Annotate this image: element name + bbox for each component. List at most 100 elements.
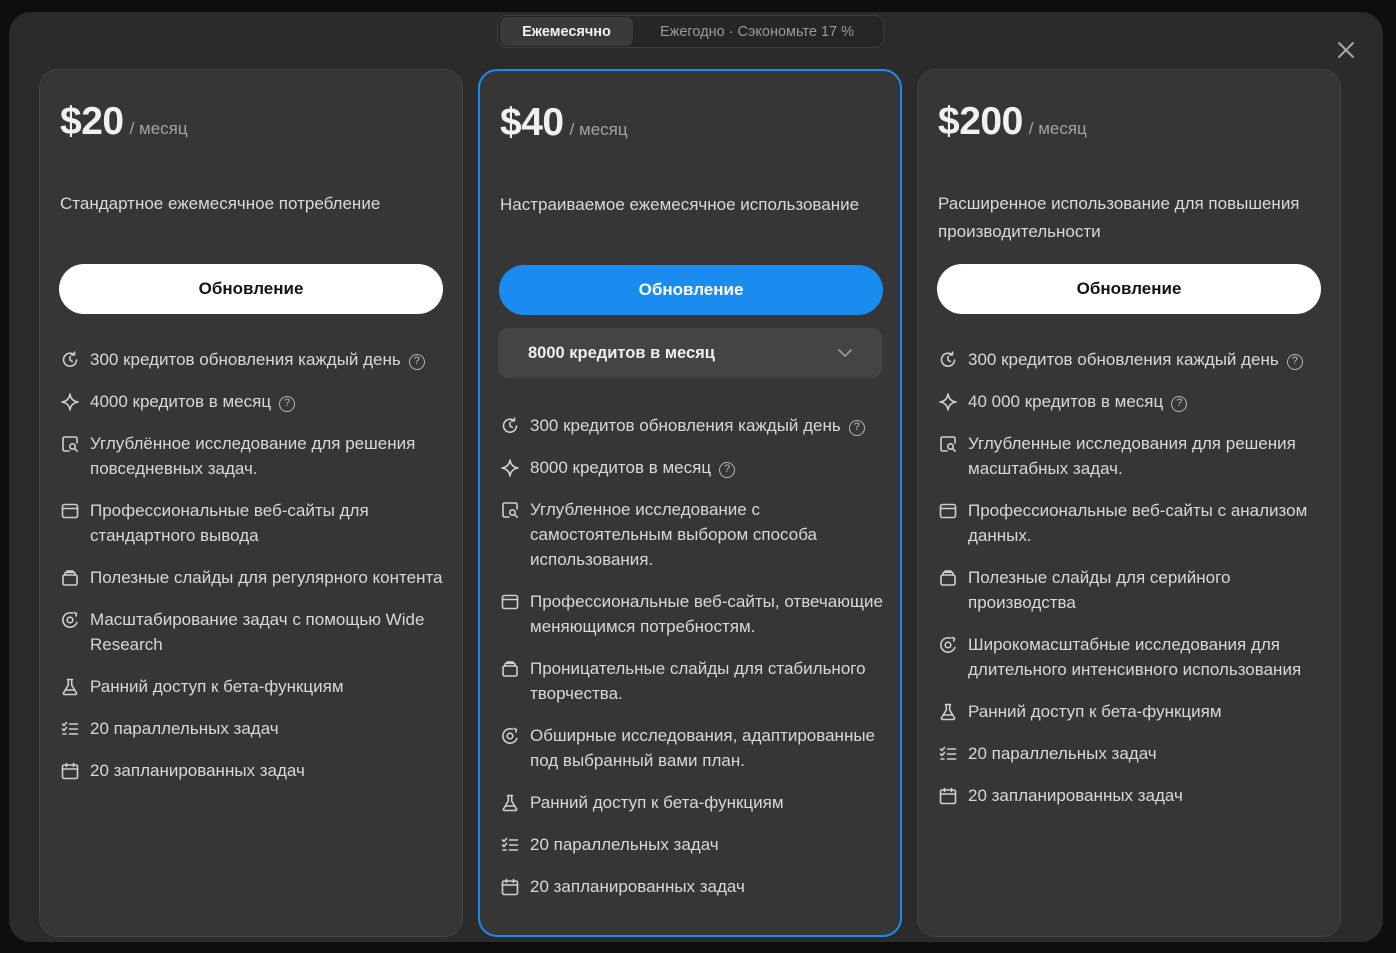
feature-text: Углубленное исследование с самостоятельн… [530, 500, 817, 569]
feature-text: 20 параллельных задач [968, 744, 1157, 763]
feature-text: Широкомасштабные исследования для длител… [968, 635, 1302, 679]
price-row: $40 / месяц [500, 101, 628, 145]
help-icon[interactable]: ? [1171, 396, 1188, 412]
plan-card-200: $200 / месяц Расширенное использование д… [917, 69, 1341, 937]
feature-text: Ранний доступ к бета-функциям [530, 793, 784, 812]
help-icon[interactable]: ? [1286, 354, 1303, 370]
help-icon[interactable]: ? [719, 462, 736, 478]
checklist-icon [60, 719, 80, 739]
sparkle-icon [938, 392, 958, 412]
checklist-icon [500, 835, 520, 855]
feature-text: 4000 кредитов в месяц? [90, 389, 296, 414]
plan-description: Расширенное использование для повышения … [938, 194, 1300, 241]
sparkle-icon [500, 458, 520, 478]
feature-text: 20 параллельных задач [530, 835, 719, 854]
feature-item: Полезные слайды для регулярного контента [60, 565, 452, 590]
plan-card-40: $40 / месяц Настраиваемое ежемесячное ис… [478, 69, 902, 937]
sparkle-icon [60, 392, 80, 412]
plan-description: Стандартное ежемесячное потребление [60, 194, 381, 213]
feature-list: 300 кредитов обновления каждый день? 40 0… [938, 347, 1330, 825]
toggle-monthly[interactable]: Ежемесячно [500, 17, 633, 46]
feature-text: 20 запланированных задач [530, 877, 745, 896]
upgrade-button[interactable]: Обновление [937, 264, 1321, 314]
plan-price: $20 [60, 100, 124, 143]
refresh-clock-icon [938, 350, 958, 370]
feature-text: Углубленные исследования для решения мас… [968, 434, 1296, 478]
feature-text: Ранний доступ к бета-функциям [90, 677, 344, 696]
toggle-yearly[interactable]: Ежегодно · Сэкономьте 17 % [633, 17, 881, 46]
feature-text: Профессиональные веб-сайты для стандартн… [90, 501, 369, 545]
feature-text: 20 запланированных задач [90, 761, 305, 780]
feature-item: Профессиональные веб-сайты для стандартн… [60, 498, 452, 548]
feature-item: Ранний доступ к бета-функциям [938, 699, 1330, 724]
flask-icon [60, 677, 80, 697]
help-icon[interactable]: ? [279, 396, 296, 412]
feature-item: Широкомасштабные исследования для длител… [938, 632, 1330, 682]
feature-item: 300 кредитов обновления каждый день? [60, 347, 452, 372]
slides-icon [500, 659, 520, 679]
feature-item: 300 кредитов обновления каждый день? [500, 413, 892, 438]
calendar-icon [500, 877, 520, 897]
slides-icon [938, 568, 958, 588]
flask-icon [500, 793, 520, 813]
feature-text: Полезные слайды для серийного производст… [968, 568, 1231, 612]
close-icon[interactable] [1335, 39, 1357, 61]
search-document-icon [60, 434, 80, 454]
feature-item: 20 параллельных задач [60, 716, 452, 741]
feature-text: Углублённое исследование для решения пов… [90, 434, 416, 478]
billing-period-toggle: Ежемесячно Ежегодно · Сэкономьте 17 % [497, 15, 884, 48]
feature-item: Ранний доступ к бета-функциям [60, 674, 452, 699]
search-document-icon [500, 500, 520, 520]
flask-icon [938, 702, 958, 722]
feature-item: Полезные слайды для серийного производст… [938, 565, 1330, 615]
feature-item: 300 кредитов обновления каждый день? [938, 347, 1330, 372]
help-icon[interactable]: ? [848, 420, 865, 436]
feature-item: Обширные исследования, адаптированные по… [500, 723, 892, 773]
feature-item: Масштабирование задач с помощью Wide Res… [60, 607, 452, 657]
upgrade-button[interactable]: Обновление [499, 265, 883, 315]
search-document-icon [938, 434, 958, 454]
feature-text: 20 параллельных задач [90, 719, 279, 738]
feature-text: Масштабирование задач с помощью Wide Res… [90, 610, 425, 654]
feature-text: Профессиональные веб-сайты, отвечающие м… [530, 592, 883, 636]
plan-price: $40 [500, 101, 564, 144]
feature-text: Профессиональные веб-сайты с анализом да… [968, 501, 1308, 545]
feature-item: 20 запланированных задач [938, 783, 1330, 808]
feature-text: 300 кредитов обновления каждый день? [90, 347, 425, 372]
wide-research-icon [500, 726, 520, 746]
help-icon[interactable]: ? [408, 354, 425, 370]
feature-list: 300 кредитов обновления каждый день? 4000… [60, 347, 452, 800]
feature-item: Проницательные слайды для стабильного тв… [500, 656, 892, 706]
calendar-icon [60, 761, 80, 781]
browser-window-icon [500, 592, 520, 612]
plan-price: $200 [938, 100, 1023, 143]
credits-select-value: 8000 кредитов в месяц [528, 343, 715, 362]
feature-item: 20 запланированных задач [500, 874, 892, 899]
browser-window-icon [938, 501, 958, 521]
slides-icon [60, 568, 80, 588]
feature-item: Профессиональные веб-сайты, отвечающие м… [500, 589, 892, 639]
feature-text: Проницательные слайды для стабильного тв… [530, 659, 866, 703]
feature-item: 20 параллельных задач [500, 832, 892, 857]
feature-text: Полезные слайды для регулярного контента [90, 568, 443, 587]
feature-text: 20 запланированных задач [968, 786, 1183, 805]
credits-select[interactable]: 8000 кредитов в месяц [498, 328, 882, 378]
price-row: $20 / месяц [60, 100, 188, 144]
feature-text: 300 кредитов обновления каждый день? [530, 413, 865, 438]
upgrade-button[interactable]: Обновление [59, 264, 443, 314]
pricing-modal: Ежемесячно Ежегодно · Сэкономьте 17 % $2… [9, 12, 1383, 942]
chevron-down-icon [838, 349, 852, 357]
plan-card-20: $20 / месяц Стандартное ежемесячное потр… [39, 69, 463, 937]
feature-item: Ранний доступ к бета-функциям [500, 790, 892, 815]
feature-item: Углубленные исследования для решения мас… [938, 431, 1330, 481]
feature-item: Профессиональные веб-сайты с анализом да… [938, 498, 1330, 548]
feature-text: Обширные исследования, адаптированные по… [530, 726, 876, 770]
feature-item: 20 параллельных задач [938, 741, 1330, 766]
plan-period: / месяц [129, 119, 188, 138]
feature-text: 300 кредитов обновления каждый день? [968, 347, 1303, 372]
feature-list: 300 кредитов обновления каждый день? 8000… [500, 413, 892, 916]
feature-item: 40 000 кредитов в месяц? [938, 389, 1330, 414]
feature-text: 40 000 кредитов в месяц? [968, 389, 1188, 414]
wide-research-icon [938, 635, 958, 655]
feature-item: Углублённое исследование для решения пов… [60, 431, 452, 481]
